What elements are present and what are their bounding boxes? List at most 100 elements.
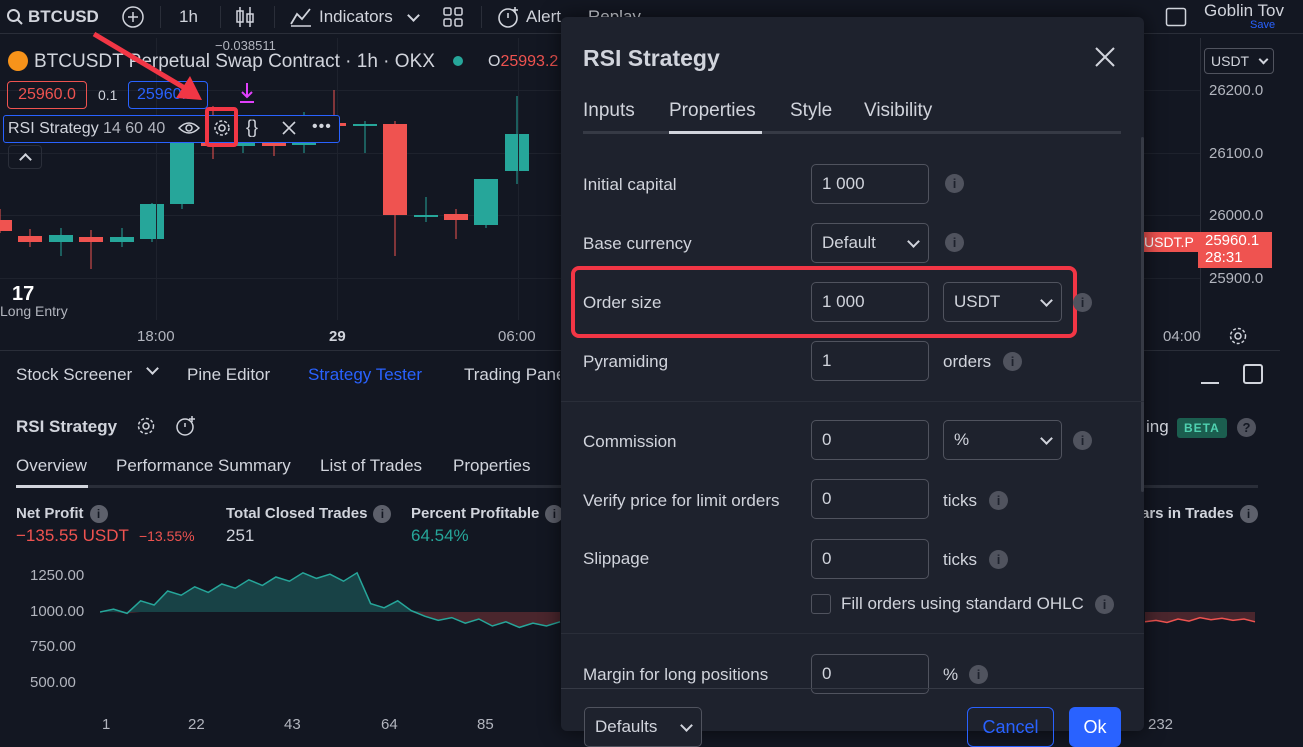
tab-visibility[interactable]: Visibility	[864, 100, 932, 122]
order-size-input[interactable]: 1 000	[811, 282, 929, 322]
initial-capital-input[interactable]: 1 000	[811, 164, 929, 204]
candle	[444, 209, 468, 240]
pyramiding-input[interactable]: 1	[811, 341, 929, 381]
chevron-down-icon	[1040, 431, 1053, 445]
order-size-unit-select[interactable]: USDT	[943, 282, 1062, 322]
tab-stock-screener[interactable]: Stock Screener	[16, 365, 132, 385]
price-tag-value: 25960.1	[1205, 232, 1260, 249]
tab-list-of-trades[interactable]: List of Trades	[320, 456, 422, 476]
source-code-icon[interactable]: {}	[246, 117, 258, 138]
slippage-input[interactable]: 0	[811, 539, 929, 579]
axis-settings-icon[interactable]	[1228, 326, 1248, 346]
tab-style[interactable]: Style	[790, 100, 832, 122]
collapse-legend-button[interactable]	[8, 145, 42, 169]
price-axis[interactable]: USDT 26200.0 26100.0 26000.0 25900.0 259…	[1198, 38, 1303, 338]
sell-button[interactable]: 25960.0	[7, 81, 87, 109]
tab-inputs[interactable]: Inputs	[583, 100, 635, 122]
add-symbol-button[interactable]	[121, 0, 145, 34]
verify-price-input[interactable]: 0	[811, 479, 929, 519]
info-icon[interactable]: i	[989, 491, 1008, 510]
tab-overview[interactable]: Overview	[16, 456, 87, 476]
slippage-label: Slippage	[583, 549, 650, 568]
indicator-name: RSI Strategy	[8, 120, 99, 137]
close-icon[interactable]	[282, 121, 296, 135]
save-link[interactable]: Save	[1250, 19, 1275, 31]
candle-wick	[425, 196, 427, 222]
cancel-button[interactable]: Cancel	[967, 707, 1054, 747]
eye-icon[interactable]	[178, 120, 200, 136]
help-icon[interactable]: ?	[1237, 418, 1256, 437]
gear-icon[interactable]	[212, 118, 232, 138]
info-icon[interactable]: i	[89, 505, 108, 524]
order-size-label: Order size	[583, 293, 662, 312]
exchange-logo-icon	[8, 51, 28, 71]
commission-type-select[interactable]: %	[943, 420, 1062, 460]
price-tick: 25900.0	[1209, 270, 1264, 287]
info-icon[interactable]: i	[989, 550, 1008, 569]
info-icon[interactable]: i	[1073, 431, 1092, 450]
base-currency-select[interactable]: Default	[811, 223, 929, 263]
divider	[481, 6, 482, 28]
candle-body	[140, 204, 164, 239]
alert-button[interactable]: Alert	[496, 0, 561, 34]
info-icon[interactable]: i	[969, 665, 988, 684]
minimize-icon[interactable]	[1201, 382, 1219, 384]
info-icon[interactable]: i	[1095, 595, 1114, 614]
equity-x-tick: 1	[102, 716, 111, 733]
interval-button[interactable]: 1h	[179, 0, 198, 34]
info-icon[interactable]: i	[1003, 352, 1022, 371]
close-icon[interactable]	[1095, 47, 1115, 67]
info-icon[interactable]: i	[1239, 505, 1258, 524]
alarm-clock-icon	[498, 7, 518, 28]
fill-ohlc-checkbox[interactable]	[811, 594, 831, 614]
divider	[561, 688, 1144, 689]
bars-in-trades-title: ars in Trades i	[1141, 505, 1258, 524]
equity-x-tick: 43	[284, 716, 301, 733]
tab-properties[interactable]: Properties	[669, 100, 756, 122]
time-tick: 06:00	[498, 328, 536, 345]
ok-button[interactable]: Ok	[1069, 707, 1121, 747]
countdown-timer: 28:31	[1205, 249, 1243, 266]
chevron-down-icon	[1040, 293, 1053, 307]
percent-profitable-title: Percent Profitable i	[411, 505, 564, 524]
tab-strategy-tester[interactable]: Strategy Tester	[308, 365, 422, 385]
chart-type-button[interactable]	[234, 0, 256, 34]
order-size-unit-value: USDT	[954, 292, 1001, 311]
tab-pine-editor[interactable]: Pine Editor	[187, 365, 270, 385]
alarm-add-icon[interactable]	[175, 415, 197, 437]
info-icon[interactable]: i	[373, 505, 392, 524]
symbol-search[interactable]: BTCUSD	[6, 0, 99, 34]
defaults-button[interactable]: Defaults	[584, 707, 702, 747]
currency-select[interactable]: USDT	[1204, 48, 1274, 74]
info-icon[interactable]: i	[1073, 293, 1092, 312]
layouts-button[interactable]	[442, 0, 464, 34]
tab-trading-panel[interactable]: Trading Panel	[464, 365, 560, 385]
chevron-down-icon	[680, 718, 693, 732]
alert-label: Alert	[526, 7, 561, 26]
commission-input[interactable]: 0	[811, 420, 929, 460]
maximize-icon[interactable]	[1243, 364, 1263, 384]
scrollbar[interactable]	[1141, 137, 1144, 492]
more-icon[interactable]: •••	[312, 118, 332, 136]
sell-marker-icon	[240, 83, 254, 103]
info-icon[interactable]: i	[945, 233, 964, 252]
info-icon[interactable]: i	[945, 174, 964, 193]
gear-icon[interactable]	[136, 416, 156, 436]
candle	[48, 227, 73, 257]
candle-body	[474, 179, 499, 225]
candle-body	[170, 133, 195, 205]
tab-properties[interactable]: Properties	[453, 456, 530, 476]
equity-x-tick: 22	[188, 716, 205, 733]
strategy-name: RSI Strategy	[16, 417, 118, 436]
chevron-down-icon	[907, 234, 920, 248]
indicators-button[interactable]: Indicators	[289, 0, 420, 34]
divider	[220, 6, 221, 28]
ohlc-legend: O25993.2	[488, 53, 559, 70]
beta-badge: BETA	[1177, 418, 1227, 438]
base-currency-label: Base currency	[583, 234, 692, 253]
divider	[561, 401, 1144, 402]
dialog-title: RSI Strategy	[583, 45, 720, 71]
fullscreen-button[interactable]	[1165, 0, 1187, 34]
layout-name[interactable]: Goblin Tov	[1204, 1, 1284, 21]
tab-performance-summary[interactable]: Performance Summary	[116, 456, 291, 476]
